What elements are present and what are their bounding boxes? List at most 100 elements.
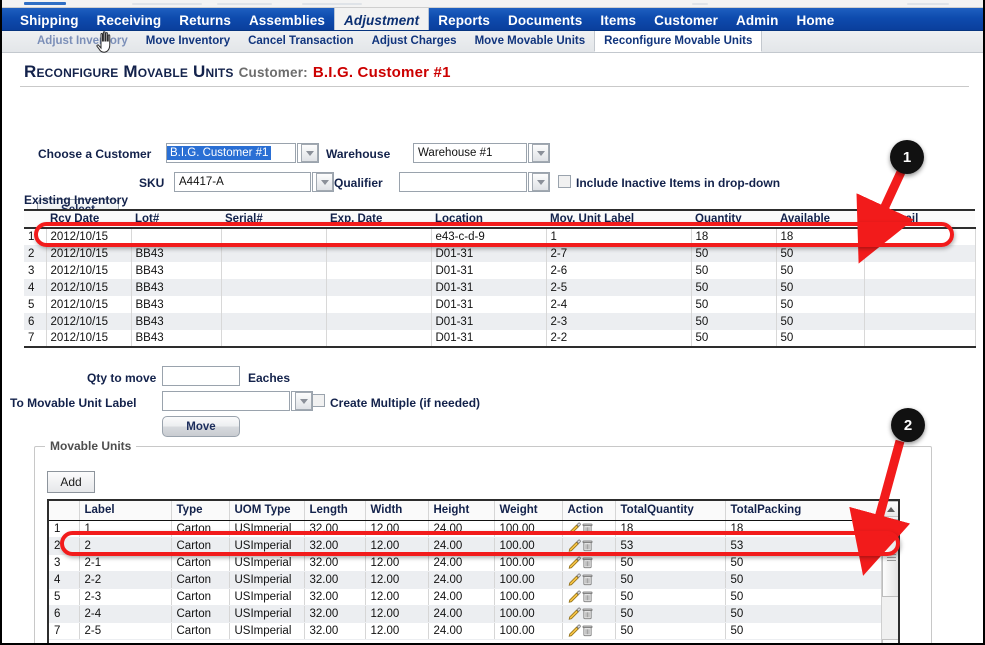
edit-pencil-icon[interactable] bbox=[568, 556, 581, 569]
scroll-down-button[interactable] bbox=[882, 639, 898, 643]
nav-item-home[interactable]: Home bbox=[787, 8, 843, 30]
qualifier-dropdown[interactable] bbox=[399, 172, 527, 192]
customer-dropdown[interactable]: B.I.G. Customer #1 bbox=[166, 143, 296, 163]
movable-units-scrollbar[interactable] bbox=[881, 501, 898, 643]
table-row[interactable]: 6 2-4 Carton USImperial 32.00 12.00 24.00 100.0… bbox=[49, 605, 886, 623]
nav-item-customer[interactable]: Customer bbox=[645, 8, 727, 30]
table-row[interactable]: 3 2012/10/15 BB43 D01-31 2-6 50 50 bbox=[24, 262, 976, 279]
to-movable-unit-arrow-wrap[interactable] bbox=[291, 391, 313, 411]
nav-item-assemblies[interactable]: Assemblies bbox=[240, 8, 334, 30]
subnav-item-cancel-transaction[interactable]: Cancel Transaction bbox=[239, 31, 362, 52]
mu-col-weight[interactable]: Weight bbox=[494, 501, 563, 521]
table-row[interactable]: 6 2012/10/15 BB43 D01-31 2-3 50 50 bbox=[24, 313, 976, 330]
delete-trash-icon[interactable] bbox=[581, 624, 594, 637]
mu-cell-action[interactable] bbox=[562, 554, 616, 572]
mu-cell-action[interactable] bbox=[562, 605, 616, 623]
label-sku: SKU bbox=[139, 176, 165, 190]
edit-pencil-icon[interactable] bbox=[568, 573, 581, 586]
delete-trash-icon[interactable] bbox=[581, 539, 594, 552]
warehouse-dropdown-arrow-wrap[interactable] bbox=[528, 143, 550, 163]
col-serial[interactable]: Serial# bbox=[221, 209, 326, 229]
col-quantity[interactable]: Quantity bbox=[691, 209, 776, 229]
table-row[interactable]: 1 2012/10/15 e43-c-d-9 1 18 18 bbox=[24, 228, 976, 245]
sku-dropdown[interactable]: A4417-A bbox=[174, 172, 311, 192]
mu-cell-action[interactable] bbox=[562, 520, 616, 538]
include-inactive-checkbox[interactable] bbox=[558, 175, 571, 188]
table-row[interactable]: 7 2012/10/15 BB43 D01-31 2-2 50 50 bbox=[24, 330, 976, 348]
chevron-down-icon[interactable] bbox=[301, 144, 318, 162]
mu-col-total-packing[interactable]: TotalPacking bbox=[725, 501, 886, 521]
edit-pencil-icon[interactable] bbox=[568, 522, 581, 535]
col-mov-unit-label[interactable]: Mov. Unit Label bbox=[546, 209, 691, 229]
nav-item-returns[interactable]: Returns bbox=[170, 8, 240, 30]
edit-pencil-icon[interactable] bbox=[568, 539, 581, 552]
chevron-down-icon[interactable] bbox=[532, 144, 549, 162]
scrollbar-thumb[interactable] bbox=[882, 519, 898, 597]
mu-col-length[interactable]: Length bbox=[304, 501, 366, 521]
nav-item-admin[interactable]: Admin bbox=[727, 8, 788, 30]
delete-trash-icon[interactable] bbox=[581, 590, 594, 603]
to-movable-unit-dropdown[interactable] bbox=[162, 391, 290, 411]
col-var-avail[interactable]: Var. Avail bbox=[864, 209, 975, 229]
subnav-item-adjust-inventory[interactable]: Adjust Inventory bbox=[28, 31, 137, 52]
table-row[interactable]: 4 2-2 Carton USImperial 32.00 12.00 24.00 100.0… bbox=[49, 571, 886, 589]
chevron-down-icon[interactable] bbox=[532, 173, 549, 191]
table-row[interactable]: 7 2-5 Carton USImperial 32.00 12.00 24.00 100.0… bbox=[49, 622, 886, 640]
qty-to-move-input[interactable] bbox=[162, 366, 240, 386]
mu-cell-action[interactable] bbox=[562, 571, 616, 589]
mu-cell-action[interactable] bbox=[562, 622, 616, 640]
delete-trash-icon[interactable] bbox=[581, 556, 594, 569]
nav-item-reports[interactable]: Reports bbox=[429, 8, 499, 30]
subnav-item-move-inventory[interactable]: Move Inventory bbox=[137, 31, 239, 52]
mu-cell-action[interactable] bbox=[562, 537, 616, 555]
scroll-up-button[interactable] bbox=[882, 501, 898, 517]
nav-item-adjustment[interactable]: Adjustment bbox=[334, 8, 430, 30]
chevron-down-icon[interactable] bbox=[316, 173, 333, 191]
mu-cell-action[interactable] bbox=[562, 588, 616, 606]
edit-pencil-icon[interactable] bbox=[568, 607, 581, 620]
cell-available: 50 bbox=[776, 279, 865, 296]
main-navigation-bar[interactable]: Shipping Receiving Returns Assemblies Ad… bbox=[2, 8, 983, 31]
subnav-item-move-movable-units[interactable]: Move Movable Units bbox=[466, 31, 595, 52]
customer-dropdown-arrow-wrap[interactable] bbox=[297, 143, 319, 163]
nav-item-shipping[interactable]: Shipping bbox=[11, 8, 88, 30]
mu-col-height[interactable]: Height bbox=[428, 501, 495, 521]
nav-item-receiving[interactable]: Receiving bbox=[88, 8, 171, 30]
cell-location: D01-31 bbox=[431, 245, 547, 262]
col-available[interactable]: Available bbox=[776, 209, 864, 229]
col-lot[interactable]: Lot# bbox=[131, 209, 221, 229]
table-row[interactable]: 5 2-3 Carton USImperial 32.00 12.00 24.00 100.0… bbox=[49, 588, 886, 606]
sub-navigation-bar[interactable]: Adjust Inventory Move Inventory Cancel T… bbox=[2, 31, 983, 53]
create-multiple-checkbox[interactable] bbox=[312, 394, 325, 407]
col-exp-date[interactable]: Exp. Date bbox=[326, 209, 431, 229]
nav-item-items[interactable]: Items bbox=[591, 8, 645, 30]
mu-col-uom-type[interactable]: UOM Type bbox=[229, 501, 305, 521]
move-button[interactable]: Move bbox=[162, 416, 240, 437]
sku-dropdown-arrow-wrap[interactable] bbox=[312, 172, 334, 192]
add-button[interactable]: Add bbox=[47, 471, 95, 493]
mu-col-type[interactable]: Type bbox=[171, 501, 230, 521]
chevron-down-icon[interactable] bbox=[295, 392, 312, 410]
table-row[interactable]: 3 2-1 Carton USImperial 32.00 12.00 24.00 100.0… bbox=[49, 554, 886, 572]
mu-col-label[interactable]: Label bbox=[79, 501, 172, 521]
table-row[interactable]: 2 2012/10/15 BB43 D01-31 2-7 50 50 bbox=[24, 245, 976, 262]
table-row[interactable]: 5 2012/10/15 BB43 D01-31 2-4 50 50 bbox=[24, 296, 976, 313]
edit-pencil-icon[interactable] bbox=[568, 590, 581, 603]
warehouse-dropdown[interactable]: Warehouse #1 bbox=[413, 143, 527, 163]
col-rcv-date[interactable]: Rcv Date bbox=[46, 209, 131, 229]
edit-pencil-icon[interactable] bbox=[568, 624, 581, 637]
delete-trash-icon[interactable] bbox=[581, 607, 594, 620]
table-row[interactable]: 4 2012/10/15 BB43 D01-31 2-5 50 50 bbox=[24, 279, 976, 296]
qualifier-dropdown-arrow-wrap[interactable] bbox=[528, 172, 550, 192]
mu-col-action[interactable]: Action bbox=[562, 501, 616, 521]
delete-trash-icon[interactable] bbox=[581, 522, 594, 535]
nav-item-documents[interactable]: Documents bbox=[499, 8, 591, 30]
mu-col-total-quantity[interactable]: TotalQuantity bbox=[615, 501, 726, 521]
table-row[interactable]: 2 2 Carton USImperial 32.00 12.00 24.00 100.00 5… bbox=[49, 537, 886, 555]
table-row[interactable]: 1 1 Carton USImperial 32.00 12.00 24.00 100.00 1… bbox=[49, 520, 886, 538]
col-location[interactable]: Location bbox=[431, 209, 546, 229]
subnav-item-reconfigure-movable-units[interactable]: Reconfigure Movable Units bbox=[594, 31, 763, 52]
mu-col-width[interactable]: Width bbox=[365, 501, 429, 521]
subnav-item-adjust-charges[interactable]: Adjust Charges bbox=[363, 31, 466, 52]
delete-trash-icon[interactable] bbox=[581, 573, 594, 586]
